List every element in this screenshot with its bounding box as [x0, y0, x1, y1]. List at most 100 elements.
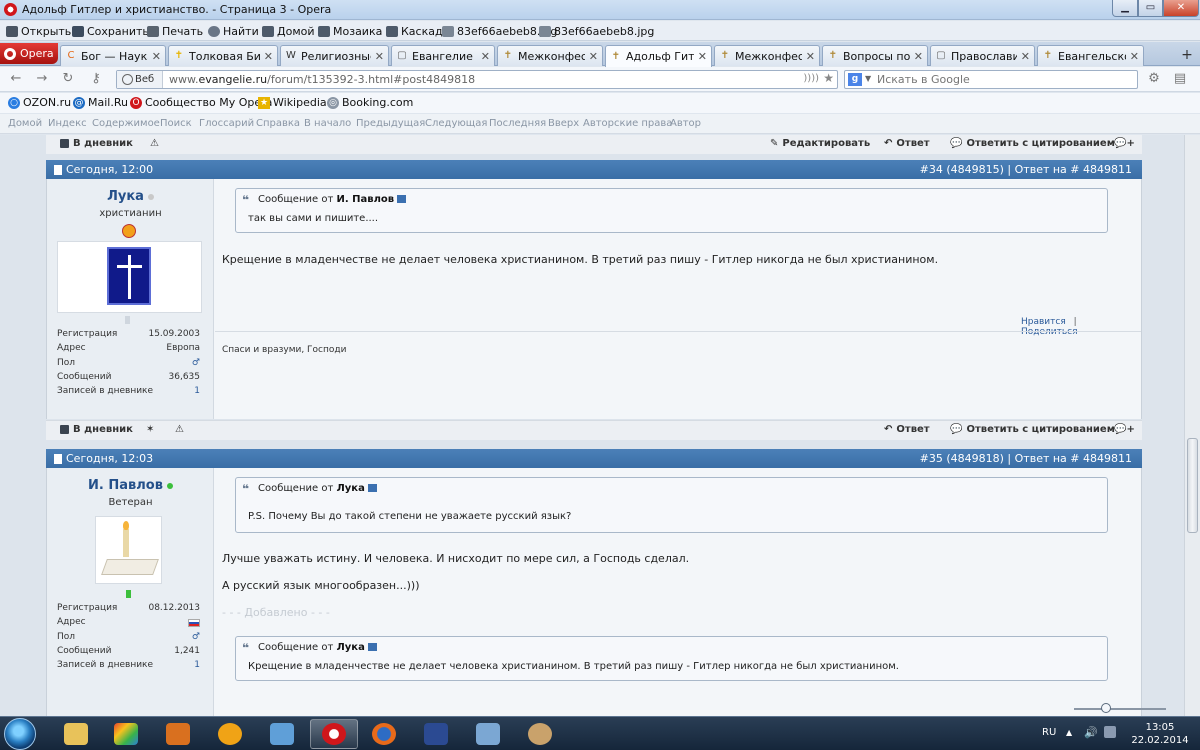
tab-close-icon[interactable]: ✕ [1130, 50, 1139, 63]
bookmark-my-opera[interactable]: O Сообщество My Opera [130, 96, 272, 109]
forward-icon[interactable]: → [34, 72, 50, 86]
multi-quote-icon[interactable]: 💬+ [1114, 138, 1135, 149]
site-nav-link[interactable]: Последняя [489, 118, 546, 129]
site-nav-link[interactable]: Поиск [160, 118, 192, 129]
new-tab-button[interactable]: + [1178, 46, 1196, 64]
file-link-2[interactable]: 83ef66aebeb8.jpg [539, 24, 654, 38]
maximize-button[interactable]: ▭ [1138, 0, 1163, 17]
taskbar-paint[interactable] [516, 719, 564, 749]
scrollbar-thumb[interactable] [1187, 438, 1198, 533]
speaker-icon[interactable]: 🔊 [1084, 726, 1098, 739]
mosaic-button[interactable]: Мозаика [318, 24, 382, 38]
language-indicator[interactable]: RU [1042, 727, 1056, 738]
minimize-button[interactable]: ▁ [1112, 0, 1138, 17]
key-icon[interactable]: ⚷ [88, 72, 104, 86]
tab-3[interactable]: W Религиозные … ✕ [280, 45, 389, 66]
site-nav-link[interactable]: Вверх [548, 118, 579, 129]
search-box[interactable]: g ▼ [844, 70, 1138, 89]
print-button[interactable]: Печать [147, 24, 203, 38]
site-nav-link[interactable]: Автор [670, 118, 701, 129]
report-icon[interactable]: ⚠ [150, 138, 159, 149]
username-link[interactable]: Лука [47, 189, 214, 204]
clock[interactable]: 13:05 22.02.2014 [1130, 721, 1190, 747]
taskbar-media-player[interactable] [154, 719, 202, 749]
add-to-diary-button[interactable]: В дневник [60, 424, 133, 435]
username-link[interactable]: И. Павлов [47, 478, 214, 493]
tab-9[interactable]: ▢ Православие ✕ [930, 45, 1035, 66]
tab-5[interactable]: ✝ Межконфесс… ✕ [497, 45, 603, 66]
tab-8[interactable]: ✝ Вопросы по Б… ✕ [822, 45, 928, 66]
view-post-arrow-icon[interactable] [367, 643, 377, 651]
reply-button[interactable]: ↶ Ответ [884, 138, 930, 149]
back-icon[interactable]: ← [8, 72, 24, 86]
site-nav-link[interactable]: Домой [8, 118, 42, 129]
multi-quote-icon[interactable]: 💬+ [1114, 424, 1135, 435]
tab-1[interactable]: C Бог — Наука ✕ [60, 45, 166, 66]
tab-close-icon[interactable]: ✕ [914, 50, 923, 63]
dropdown-arrow-icon[interactable]: ▼ [865, 74, 871, 83]
tab-2[interactable]: ✝ Толковая Биб… ✕ [168, 45, 278, 66]
view-post-arrow-icon[interactable] [397, 195, 407, 203]
bookmark-booking[interactable]: ◎ Booking.com [327, 96, 413, 109]
tab-close-icon[interactable]: ✕ [375, 50, 384, 63]
bookmark-mailru[interactable]: @ Mail.Ru [73, 96, 128, 109]
taskbar-save[interactable] [412, 719, 460, 749]
taskbar-explorer[interactable] [52, 719, 100, 749]
taskbar-opera[interactable] [310, 719, 358, 749]
post-reference-link[interactable]: #35 (4849818) | Ответ на # 4849811 [920, 452, 1132, 465]
site-nav-link[interactable]: Авторские права [583, 118, 672, 129]
zoom-slider[interactable] [1070, 702, 1184, 716]
tab-4[interactable]: ▢ Евангелие от … ✕ [391, 45, 495, 66]
stat-value[interactable]: 1 [194, 660, 200, 674]
edit-button[interactable]: ✎ Редактировать [770, 138, 870, 149]
star-icon[interactable]: ★ [823, 71, 834, 85]
report-icon[interactable]: ⚠ [175, 424, 184, 435]
start-button[interactable] [4, 718, 36, 750]
share-link[interactable]: Поделиться [1021, 327, 1078, 337]
star-rate-icon[interactable]: ✶ [146, 424, 154, 435]
bookmark-wikipedia[interactable]: ★ Wikipedia [258, 96, 327, 109]
tab-6[interactable]: ✝ Адольф Гитле… ✕ [605, 45, 712, 67]
reply-button[interactable]: ↶ Ответ [884, 424, 930, 435]
site-nav-link[interactable]: Индекс [48, 118, 87, 129]
taskbar-icq[interactable] [206, 719, 254, 749]
tab-close-icon[interactable]: ✕ [806, 50, 815, 63]
reply-with-quote-button[interactable]: 💬 Ответить с цитированием [950, 424, 1115, 435]
tab-close-icon[interactable]: ✕ [152, 50, 161, 63]
post-reference-link[interactable]: #34 (4849815) | Ответ на # 4849811 [920, 163, 1132, 176]
stat-value[interactable]: 1 [194, 386, 200, 400]
rss-icon[interactable]: )))) [803, 73, 819, 84]
address-field[interactable]: Веб www.evangelie.ru/forum/t135392-3.htm… [116, 70, 838, 89]
action-center-icon[interactable] [1104, 726, 1116, 738]
opera-menu-button[interactable]: Opera [0, 43, 58, 64]
taskbar-image-viewer[interactable] [464, 719, 512, 749]
tab-close-icon[interactable]: ✕ [698, 50, 707, 63]
save-button[interactable]: Сохранить [72, 24, 149, 38]
site-nav-link[interactable]: Содержимое [92, 118, 160, 129]
site-nav-link[interactable]: Следующая [425, 118, 487, 129]
reply-with-quote-button[interactable]: 💬 Ответить с цитированием [950, 138, 1115, 149]
tab-close-icon[interactable]: ✕ [589, 50, 598, 63]
wrench-icon[interactable]: ⚙ [1146, 72, 1162, 86]
cascade-button[interactable]: Каскад [386, 24, 443, 38]
tab-7[interactable]: ✝ Межконфесс… ✕ [714, 45, 820, 66]
show-hidden-icons-icon[interactable]: ▲ [1066, 728, 1072, 737]
site-nav-link[interactable]: В начало [304, 118, 351, 129]
add-to-diary-button[interactable]: В дневник [60, 138, 133, 149]
site-nav-link[interactable]: Глоссарий [199, 118, 254, 129]
reload-icon[interactable]: ↻ [60, 72, 76, 86]
tab-close-icon[interactable]: ✕ [1021, 50, 1030, 63]
site-nav-link[interactable]: Предыдущая [356, 118, 425, 129]
find-button[interactable]: Найти [208, 24, 259, 38]
site-nav-link[interactable]: Справка [256, 118, 300, 129]
taskbar-photos[interactable] [102, 719, 150, 749]
tab-close-icon[interactable]: ✕ [264, 50, 273, 63]
close-window-button[interactable]: ✕ [1163, 0, 1199, 17]
zoom-slider-handle[interactable] [1101, 703, 1111, 713]
search-input[interactable] [877, 72, 1127, 87]
home-button[interactable]: Домой [262, 24, 315, 38]
tab-10[interactable]: ✝ Евангельское … ✕ [1037, 45, 1144, 66]
taskbar-firefox[interactable] [360, 719, 408, 749]
open-button[interactable]: Открыть [6, 24, 71, 38]
like-link[interactable]: Нравится [1021, 317, 1066, 327]
